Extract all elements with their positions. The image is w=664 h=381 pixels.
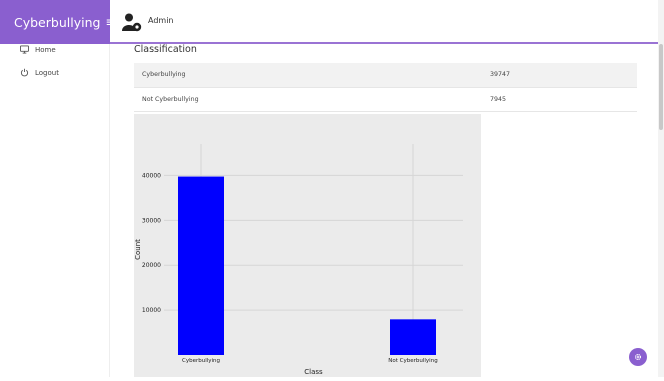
table-row: Not Cyberbullying 7945 — [134, 87, 637, 112]
class-label: Not Cyberbullying — [134, 87, 482, 112]
scrollbar-thumb[interactable] — [659, 44, 663, 130]
classification-table: Cyberbullying 39747 Not Cyberbullying 79… — [134, 63, 637, 112]
sidebar-item-home[interactable]: Home — [20, 45, 56, 54]
sidebar-item-label: Home — [35, 45, 56, 54]
top-bar: Cyberbullying ≡ Admin — [0, 0, 664, 44]
table-row: Cyberbullying 39747 — [134, 63, 637, 88]
y-tick-label: 30000 — [142, 217, 161, 224]
main-content: Classification Cyberbullying 39747 Not C… — [120, 44, 655, 377]
page-title: Classification — [134, 44, 197, 55]
class-count-chart: 10000 20000 30000 40000 Cyberbullying Not Cyb… — [134, 144, 463, 376]
class-count: 7945 — [482, 87, 637, 112]
gear-icon — [634, 353, 642, 361]
x-axis-label: Class — [304, 368, 323, 376]
y-tick-label: 40000 — [142, 172, 161, 179]
brand-title[interactable]: Cyberbullying — [14, 15, 100, 30]
settings-fab-button[interactable] — [629, 348, 647, 366]
y-tick-label: 10000 — [142, 307, 161, 314]
monitor-icon — [20, 45, 29, 54]
x-tick-label: Not Cyberbullying — [388, 358, 437, 364]
x-tick-label: Cyberbullying — [182, 358, 220, 364]
scrollbar[interactable] — [658, 0, 664, 377]
admin-user-icon[interactable] — [122, 12, 142, 32]
chart-panel: 10000 20000 30000 40000 Cyberbullying Not Cyb… — [134, 114, 481, 377]
class-label: Cyberbullying — [134, 63, 482, 88]
sidebar-item-label: Logout — [35, 68, 59, 77]
bar-cyberbullying — [178, 176, 224, 355]
class-count: 39747 — [482, 63, 637, 88]
y-tick-label: 20000 — [142, 262, 161, 269]
sidebar: Home Logout — [0, 44, 110, 377]
user-name[interactable]: Admin — [148, 16, 174, 25]
bar-not-cyberbullying — [390, 319, 436, 355]
power-icon — [20, 68, 29, 77]
header: Admin — [110, 0, 664, 44]
sidebar-item-logout[interactable]: Logout — [20, 68, 59, 77]
y-axis-label: Count — [134, 239, 142, 260]
brand-area: Cyberbullying ≡ — [0, 0, 115, 44]
